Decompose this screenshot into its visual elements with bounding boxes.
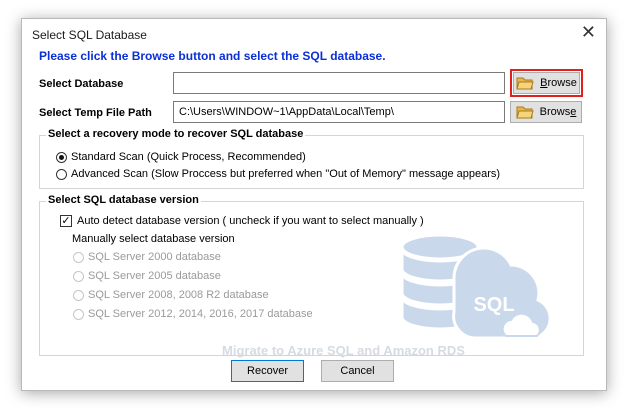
instruction-text: Please click the Browse button and selec… bbox=[39, 49, 386, 63]
folder-open-icon bbox=[515, 106, 534, 119]
close-icon[interactable]: ✕ bbox=[581, 23, 596, 41]
sql-database-icon: SQL bbox=[400, 233, 552, 340]
cancel-button[interactable]: Cancel bbox=[321, 360, 394, 382]
version-title: Select SQL database version bbox=[46, 194, 201, 206]
select-database-label: Select Database bbox=[39, 78, 124, 90]
radio-disabled-icon bbox=[73, 270, 84, 282]
recover-button[interactable]: Recover bbox=[231, 360, 304, 382]
advanced-scan-label: Advanced Scan (Slow Proccess but preferr… bbox=[71, 168, 501, 180]
sql-2000-label: SQL Server 2000 database bbox=[88, 251, 221, 263]
browse-label-rest: rowse bbox=[547, 77, 577, 89]
advanced-scan-radio[interactable]: Advanced Scan (Slow Proccess but preferr… bbox=[56, 168, 500, 180]
sql-2012-radio[interactable]: SQL Server 2012, 2014, 2016, 2017 databa… bbox=[73, 308, 313, 320]
browse-database-button[interactable]: Browse bbox=[513, 72, 580, 94]
temp-path-input[interactable]: C:\Users\WINDOW~1\AppData\Local\Temp\ bbox=[173, 101, 505, 123]
folder-open-icon bbox=[516, 77, 534, 90]
watermark-text: Migrate to Azure SQL and Amazon RDS bbox=[222, 343, 465, 358]
sql-2005-radio[interactable]: SQL Server 2005 database bbox=[73, 270, 221, 282]
sql-2000-radio[interactable]: SQL Server 2000 database bbox=[73, 251, 221, 263]
recovery-mode-group: Select a recovery mode to recover SQL da… bbox=[39, 128, 584, 189]
sql-2008-label: SQL Server 2008, 2008 R2 database bbox=[88, 289, 269, 301]
sql-2012-label: SQL Server 2012, 2014, 2016, 2017 databa… bbox=[88, 308, 313, 320]
checkmark-icon: ✓ bbox=[60, 214, 72, 227]
browse2-label-u: e bbox=[570, 106, 577, 118]
title-bar: Select SQL Database ✕ bbox=[22, 19, 606, 47]
temp-path-label: Select Temp File Path bbox=[39, 107, 152, 119]
radio-disabled-icon bbox=[73, 289, 84, 301]
manual-select-label: Manually select database version bbox=[72, 233, 235, 245]
auto-detect-label: Auto detect database version ( uncheck i… bbox=[77, 215, 424, 227]
sql-2008-radio[interactable]: SQL Server 2008, 2008 R2 database bbox=[73, 289, 269, 301]
auto-detect-checkbox[interactable]: ✓ Auto detect database version ( uncheck… bbox=[60, 215, 424, 227]
standard-scan-radio[interactable]: Standard Scan (Quick Process, Recommende… bbox=[56, 151, 306, 163]
sql-2005-label: SQL Server 2005 database bbox=[88, 270, 221, 282]
sql-icon-text: SQL bbox=[473, 294, 514, 316]
radio-selected-icon bbox=[56, 151, 67, 163]
browse-temp-button[interactable]: Browse bbox=[510, 101, 582, 123]
browse2-label-main: Brows bbox=[539, 106, 571, 118]
select-sql-database-dialog: Select SQL Database ✕ Please click the B… bbox=[21, 18, 607, 391]
radio-unselected-icon bbox=[56, 168, 67, 180]
window-title: Select SQL Database bbox=[32, 28, 147, 42]
standard-scan-label: Standard Scan (Quick Process, Recommende… bbox=[71, 151, 306, 163]
database-path-input[interactable] bbox=[173, 72, 505, 94]
browse-label-first: B bbox=[540, 77, 548, 89]
radio-disabled-icon bbox=[73, 308, 84, 320]
radio-disabled-icon bbox=[73, 251, 84, 263]
recovery-mode-title: Select a recovery mode to recover SQL da… bbox=[46, 128, 306, 140]
